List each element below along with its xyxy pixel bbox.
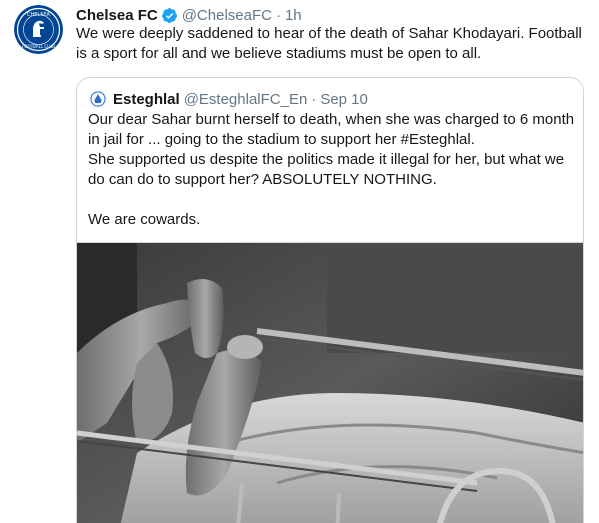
quoted-tweet[interactable]: Esteghlal @EsteghlalFC_En · Sep 10 Our d… <box>76 77 584 523</box>
quoted-paragraph: She supported us despite the politics ma… <box>88 151 565 188</box>
tweet-header: Chelsea FC @ChelseaFC · 1h <box>76 5 302 25</box>
quoted-author-name[interactable]: Esteghlal <box>113 91 180 108</box>
author-name[interactable]: Chelsea FC <box>76 7 158 24</box>
separator-dot: · <box>311 90 317 108</box>
quoted-tweet-image[interactable] <box>77 242 583 523</box>
avatar[interactable]: CHELSEA FOOTBALL CLUB <box>14 5 63 54</box>
verified-badge-icon <box>161 7 178 24</box>
chelsea-crest-icon: CHELSEA FOOTBALL CLUB <box>14 5 63 54</box>
quoted-tweet-text: Our dear Sahar burnt herself to death, w… <box>88 110 578 230</box>
svg-text:FOOTBALL CLUB: FOOTBALL CLUB <box>22 44 55 49</box>
quoted-tweet-header: Esteghlal @EsteghlalFC_En · Sep 10 <box>89 89 368 109</box>
tweet-timestamp[interactable]: 1h <box>285 7 302 24</box>
author-handle[interactable]: @ChelseaFC <box>182 7 272 24</box>
quoted-paragraph: Our dear Sahar burnt herself to death, w… <box>88 111 575 148</box>
tweet-text: We were deeply saddened to hear of the d… <box>76 25 582 62</box>
quoted-author-handle[interactable]: @EsteghlalFC_En <box>184 91 308 108</box>
esteghlal-crest-icon <box>89 90 107 108</box>
svg-text:CHELSEA: CHELSEA <box>27 12 51 18</box>
quoted-tweet-date[interactable]: Sep 10 <box>320 91 368 108</box>
quoted-paragraph: We are cowards. <box>88 211 201 228</box>
separator-dot: · <box>275 6 281 24</box>
